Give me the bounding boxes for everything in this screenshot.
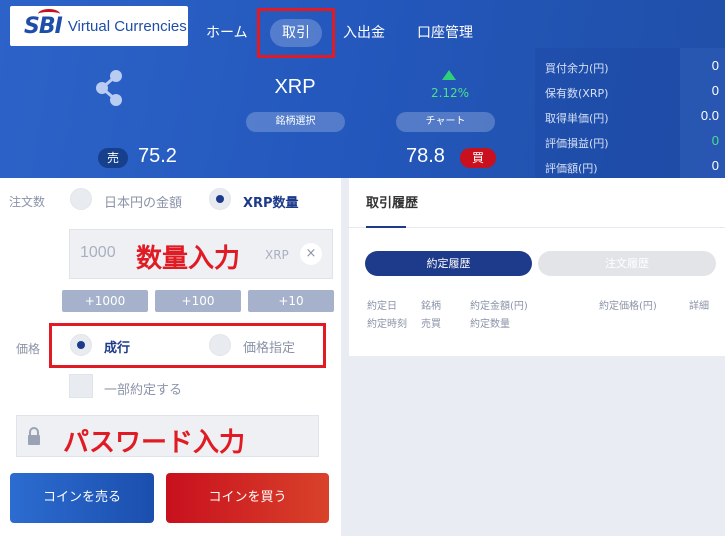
nav-account-management[interactable]: 口座管理 [417, 22, 473, 42]
column-header: 約定数量 [470, 319, 510, 330]
radio-limit-order[interactable] [209, 334, 231, 356]
quantity-value[interactable]: 1000 [80, 244, 116, 262]
account-row-buying-power: 買付余力(円) 0 [535, 56, 725, 81]
quantity-label: 注文数 [9, 195, 46, 209]
password-input[interactable]: パスワード入力 [16, 415, 319, 458]
account-row-label: 評価額(円) [545, 162, 598, 175]
radio-coin-quantity[interactable] [209, 188, 231, 210]
account-summary: 買付余力(円) 0 保有数(XRP) 0 取得単価(円) 0.0 評価損益(円)… [535, 56, 725, 181]
account-row-value: 0 [711, 158, 719, 173]
account-row-label: 保有数(XRP) [545, 87, 609, 100]
quantity-input-annotation: 数量入力 [136, 244, 241, 274]
title-underline [366, 226, 406, 228]
column-header: 銘柄 [421, 301, 441, 312]
logo-sub-text: Virtual Currencies [67, 17, 187, 35]
column-header: 詳細 [689, 301, 709, 312]
column-header: 約定時刻 [367, 319, 407, 330]
account-row-holdings: 保有数(XRP) 0 [535, 81, 725, 106]
account-row-value: 0 [711, 83, 719, 98]
lock-icon [28, 427, 40, 445]
column-header: 約定金額(円) [470, 301, 528, 312]
clear-icon[interactable]: × [300, 243, 322, 265]
quantity-unit: XRP [265, 248, 289, 262]
symbol-select-button[interactable]: 銘柄選択 [246, 112, 345, 132]
xrp-logo-icon [96, 70, 122, 106]
radio-coin-quantity-label[interactable]: XRP数量 [243, 192, 299, 211]
column-header: 約定価格(円) [599, 301, 657, 312]
column-header: 約定日 [367, 301, 397, 312]
sell-coin-button[interactable]: コインを売る [10, 473, 154, 523]
radio-yen-amount-label[interactable]: 日本円の金額 [104, 192, 182, 211]
account-row-label: 評価損益(円) [545, 137, 609, 150]
price-label: 価格 [16, 342, 41, 356]
sbi-logo[interactable]: SBI Virtual Currencies [10, 6, 188, 46]
logo-swoosh-icon [38, 9, 60, 19]
tab-execution-history[interactable]: 約定履歴 [365, 251, 532, 276]
trade-history-title: 取引履歴 [366, 196, 419, 211]
tab-order-history[interactable]: 注文履歴 [538, 251, 716, 276]
password-input-annotation: パスワード入力 [63, 428, 246, 458]
sell-price: 75.2 [138, 145, 177, 167]
account-row-label: 買付余力(円) [545, 62, 609, 75]
coin-name: XRP [274, 76, 316, 98]
nav-home[interactable]: ホーム [206, 22, 248, 42]
partial-fill-label[interactable]: 一部約定する [104, 379, 182, 398]
quantity-input[interactable]: 1000 数量入力 XRP × [69, 229, 333, 279]
radio-yen-amount[interactable] [70, 188, 92, 210]
account-row-avg-price: 取得単価(円) 0.0 [535, 106, 725, 131]
nav-trade[interactable]: 取引 [270, 19, 322, 47]
radio-market-order-label[interactable]: 成行 [104, 337, 130, 356]
account-row-value: 0 [711, 133, 719, 148]
radio-market-order[interactable] [70, 334, 92, 356]
account-row-unrealized-pl: 評価損益(円) 0 [535, 131, 725, 156]
chart-button[interactable]: チャート [396, 112, 495, 132]
header-bar: SBI Virtual Currencies ホーム 取引 入出金 口座管理 X… [0, 0, 725, 178]
sell-badge: 売 [98, 148, 128, 168]
nav-deposit-withdraw[interactable]: 入出金 [343, 22, 385, 42]
account-row-value: 0.0 [700, 108, 719, 123]
price-change-pct: 2.12% [430, 86, 470, 100]
account-row-value: 0 [711, 58, 719, 73]
trade-history-panel: 取引履歴 約定履歴 注文履歴 約定日 銘柄 約定金額(円) 約定価格(円) 詳細… [349, 178, 725, 356]
buy-badge: 買 [460, 148, 496, 168]
buy-coin-button[interactable]: コインを買う [166, 473, 329, 523]
account-row-label: 取得単価(円) [545, 112, 609, 125]
up-arrow-icon [442, 70, 456, 80]
increment-100-button[interactable]: +100 [155, 290, 241, 312]
radio-limit-order-label[interactable]: 価格指定 [243, 337, 295, 356]
partial-fill-checkbox[interactable] [69, 374, 93, 398]
increment-10-button[interactable]: +10 [248, 290, 334, 312]
buy-price: 78.8 [406, 145, 445, 167]
column-header: 売買 [421, 319, 441, 330]
increment-1000-button[interactable]: +1000 [62, 290, 148, 312]
